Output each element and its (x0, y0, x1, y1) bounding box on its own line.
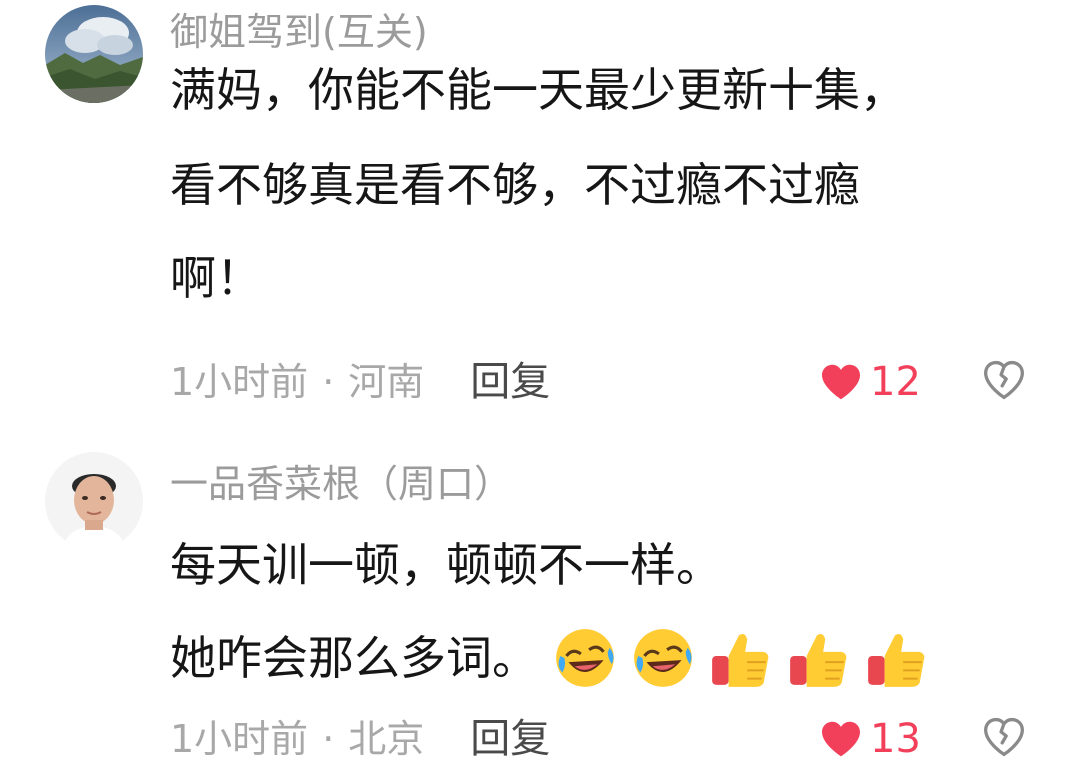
comment-item: 一品香菜根（周口） 每天训一顿，顿顿不一样。 她咋会那么多词。 1小时前 · 北… (0, 430, 1080, 770)
rolling-laughing-emoji (634, 629, 692, 687)
comment-line: 看不够真是看不够，不过瘾不过瘾 (170, 158, 860, 212)
comment-line: 每天训一顿，顿顿不一样。 (170, 538, 722, 592)
comment-line: 满妈，你能不能一天最少更新十集， (170, 63, 906, 117)
like-count: 13 (870, 716, 921, 762)
username[interactable]: 御姐驾到(互关) (170, 10, 428, 54)
like-button[interactable]: 13 (820, 717, 921, 761)
comment-line-with-emoji: 她咋会那么多词。 (170, 625, 942, 691)
like-count: 12 (870, 359, 921, 405)
rolling-laughing-emoji (556, 629, 614, 687)
separator-dot: · (322, 717, 335, 761)
timestamp: 1小时前 (170, 360, 309, 404)
like-button[interactable]: 12 (820, 360, 921, 404)
timestamp: 1小时前 (170, 717, 309, 761)
avatar[interactable] (45, 5, 143, 103)
separator-dot: · (322, 360, 335, 404)
thumbs-up-emoji (790, 633, 847, 687)
reply-button[interactable]: 回复 (470, 717, 550, 761)
broken-heart-icon (984, 717, 1024, 757)
comment-item: 御姐驾到(互关) 满妈，你能不能一天最少更新十集， 看不够真是看不够，不过瘾不过… (0, 0, 1080, 430)
comment-meta: 1小时前 · 河南 回复 (170, 360, 550, 404)
emoji-row (552, 625, 942, 691)
dislike-button[interactable] (982, 715, 1026, 763)
comment-meta: 1小时前 · 北京 回复 (170, 717, 550, 761)
reply-button[interactable]: 回复 (470, 360, 550, 404)
heart-icon (822, 721, 860, 757)
thumbs-up-emoji (868, 633, 925, 687)
avatar[interactable] (45, 452, 143, 550)
broken-heart-icon (984, 360, 1024, 400)
location: 河南 (348, 360, 425, 404)
username[interactable]: 一品香菜根（周口） (170, 462, 512, 506)
location: 北京 (348, 717, 425, 761)
comment-line: 啊！ (170, 251, 262, 305)
thumbs-up-emoji (712, 633, 769, 687)
comment-line: 她咋会那么多词。 (170, 631, 538, 685)
dislike-button[interactable] (982, 358, 1026, 406)
heart-icon (822, 364, 860, 400)
